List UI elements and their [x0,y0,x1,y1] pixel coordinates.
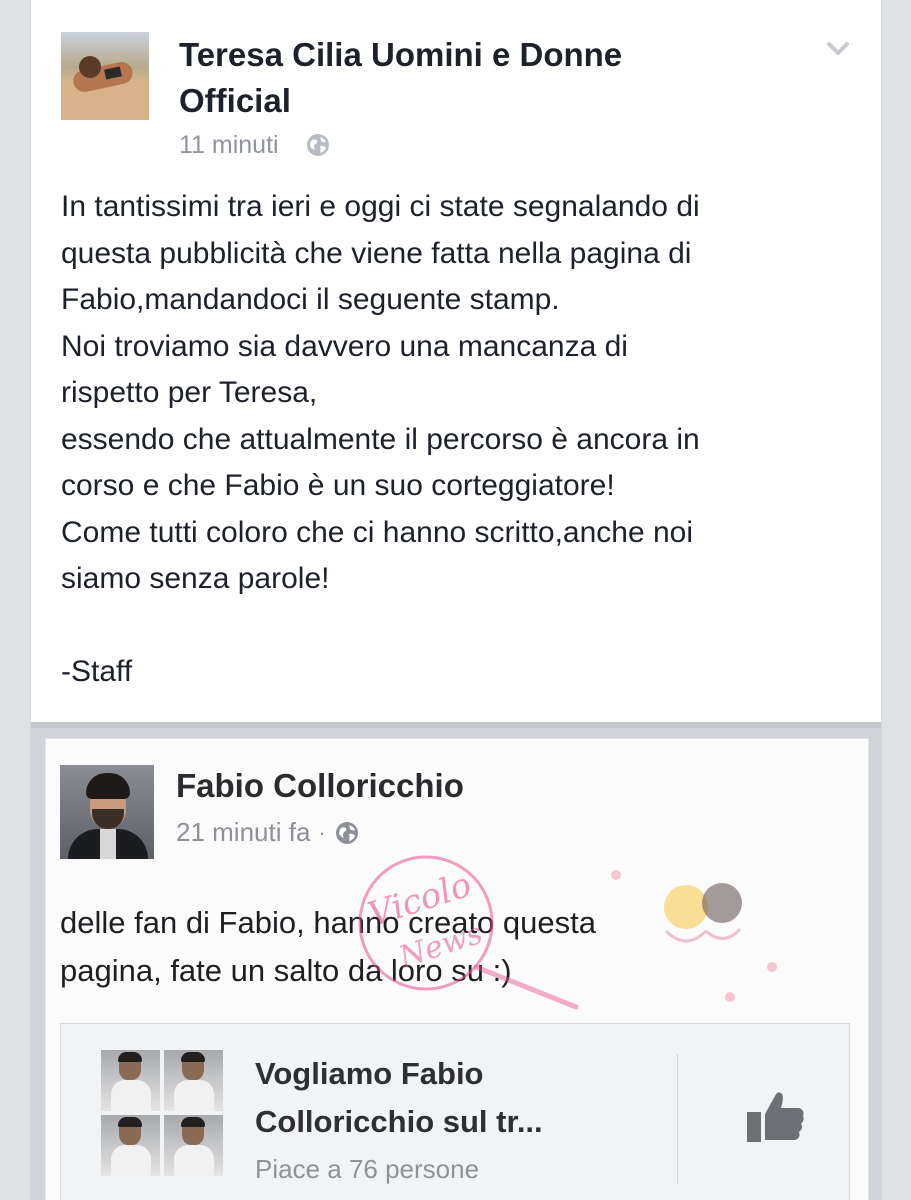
post-card: Teresa Cilia Uomini e Donne Official 11 … [30,0,882,1200]
shared-screenshot[interactable]: Fabio Colloricchio 21 minuti fa · delle … [31,722,881,1200]
meta-separator: · [318,819,326,845]
divider [677,1054,678,1184]
post-timestamp[interactable]: 11 minuti [179,131,279,160]
post-text: In tantissimi tra ieri e oggi ci state s… [61,184,861,696]
page-name-line1: Teresa Cilia Uomini e Donne [179,36,623,73]
shared-page-likes: Piace a 76 persone [255,1154,480,1184]
author-timestamp: 21 minuti fa [176,817,311,847]
globe-icon [335,821,358,844]
post-text-line: Fabio,mandandoci il seguente stamp. [61,283,560,316]
post-text-line: essendo che attualmente il percorso è an… [61,422,700,456]
post-text-line: Come tutti coloro che ci hanno scritto,a… [61,515,694,549]
shared-page-title-line1: Vogliamo Fabio [255,1056,484,1091]
post-text-line: questa pubblicità che viene fatta nella … [61,236,692,270]
shared-page-title-line2: Colloricchio sul tr... [255,1104,543,1139]
page-avatar[interactable] [61,32,149,120]
globe-icon[interactable] [305,132,331,158]
screenshot-text-line: delle fan di Fabio, hanno creato questa [60,905,596,940]
post-text-line: In tantissimi tra ieri e oggi ci state s… [61,190,700,223]
post-text-line: corso e che Fabio è un suo corteggiatore… [61,469,615,502]
post-header: Teresa Cilia Uomini e Donne Official 11 … [61,32,851,172]
shared-page-card[interactable]: Vogliamo Fabio Colloricchio sul tr... Pi… [60,1023,850,1200]
post-text-line: Noi troviamo sia davvero una mancanza di [61,329,628,363]
chevron-down-icon[interactable] [825,36,851,62]
post-text-line: rispetto per Teresa, [61,376,318,409]
screenshot-text-line: pagina, fate un salto da loro su :) [60,953,512,988]
like-icon[interactable] [741,1080,813,1152]
post-meta: 11 minuti [179,128,331,162]
page-name[interactable]: Teresa Cilia Uomini e Donne Official [179,32,779,124]
shared-page-title[interactable]: Vogliamo Fabio Colloricchio sul tr... [255,1050,675,1146]
screenshot-post-card: Fabio Colloricchio 21 minuti fa · delle … [45,738,869,1200]
page-thumbnail [101,1050,223,1176]
screenshot-post-text: delle fan di Fabio, hanno creato questa … [60,899,850,995]
page-name-line2: Official [179,82,291,119]
post-signature: -Staff [61,655,133,688]
author-avatar [60,765,154,859]
author-meta: 21 minuti fa · [176,817,360,848]
post-text-line: siamo senza parole! [61,562,330,595]
author-name: Fabio Colloricchio [176,767,464,804]
